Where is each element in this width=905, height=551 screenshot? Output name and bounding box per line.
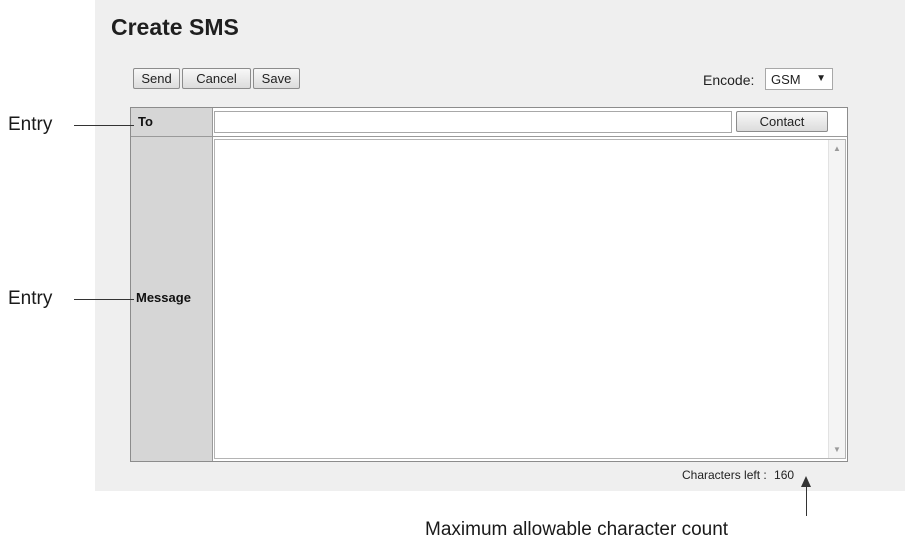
send-button[interactable]: Send [133,68,180,89]
entry-callout-to: Entry [8,114,53,135]
page-title: Create SMS [111,14,239,40]
max-count-callout: Maximum allowable character count [425,519,729,540]
chevron-down-icon: ▼ [816,73,826,84]
callout-line [806,486,807,516]
message-scrollbar[interactable]: ▲ ▼ [828,140,845,458]
message-textarea[interactable]: ▲ ▼ [214,139,846,459]
callout-line [74,125,134,126]
encode-select[interactable]: GSM ▼ [765,68,833,90]
save-button[interactable]: Save [253,68,300,89]
characters-left: Characters left : 160 [682,468,794,482]
to-field[interactable] [214,111,732,133]
to-label: To [138,114,153,129]
label-column [131,108,213,461]
encode-selected-value: GSM [771,72,801,87]
cancel-button[interactable]: Cancel [182,68,251,89]
entry-callout-message: Entry [8,288,53,309]
characters-left-label: Characters left : [682,468,767,482]
message-label: Message [136,290,191,305]
scroll-down-icon[interactable]: ▼ [833,445,841,454]
arrow-up-icon [801,476,811,487]
contact-button[interactable]: Contact [736,111,828,132]
characters-left-value: 160 [774,468,795,482]
callout-line [74,299,134,300]
encode-label: Encode: [703,72,755,88]
scroll-up-icon[interactable]: ▲ [833,144,841,153]
row-divider [131,136,847,137]
